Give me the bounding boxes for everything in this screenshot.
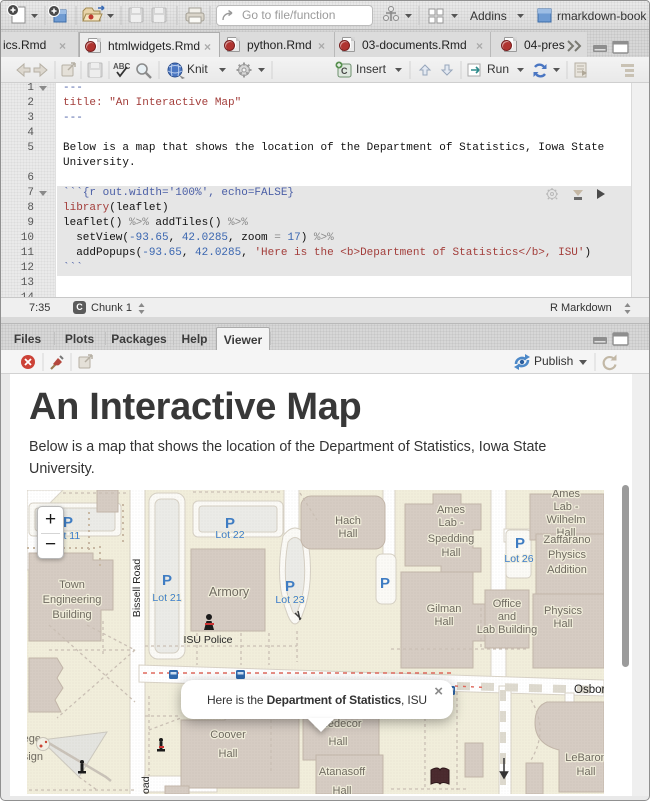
svg-text:ABC: ABC [113,62,131,71]
svg-text:C: C [341,66,348,76]
